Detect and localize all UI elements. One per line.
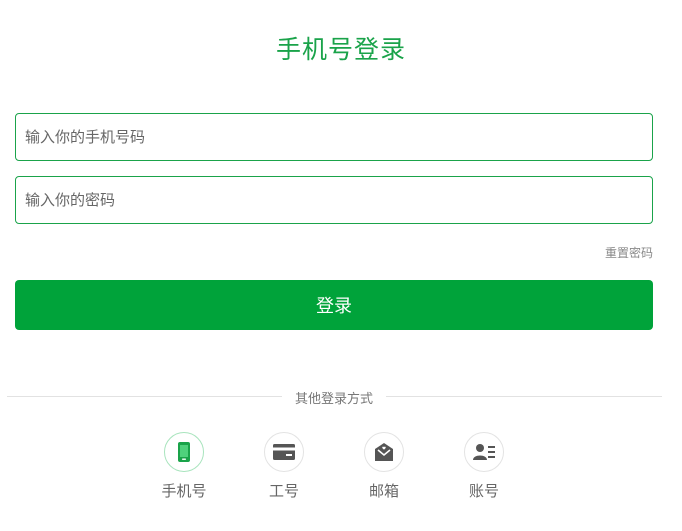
divider-line-right — [386, 396, 662, 397]
divider-line-left — [7, 396, 282, 397]
login-methods: 手机号 工号 邮箱 账号 — [0, 432, 682, 512]
login-button[interactable]: 登录 — [15, 280, 653, 330]
login-method-email-circle[interactable] — [364, 432, 404, 472]
login-method-label: 手机号 — [161, 482, 207, 500]
login-method-phone[interactable]: 手机号 — [144, 432, 224, 501]
page-title: 手机号登录 — [275, 35, 406, 64]
reset-password-link[interactable]: 重置密码 — [605, 244, 653, 261]
login-method-account[interactable]: 账号 — [444, 432, 524, 501]
login-method-label: 工号 — [268, 482, 299, 500]
login-method-employee-id-circle[interactable] — [264, 432, 304, 472]
login-method-email[interactable]: 邮箱 — [344, 432, 424, 501]
user-account-icon — [473, 444, 495, 460]
phone-input[interactable] — [16, 114, 652, 160]
login-method-label: 邮箱 — [368, 482, 399, 500]
login-method-employee-id[interactable]: 工号 — [244, 432, 324, 501]
login-method-account-circle[interactable] — [464, 432, 504, 472]
login-page: 手机号登录 重置密码 登录 其他登录方式 手机号 — [0, 0, 682, 531]
mail-icon — [375, 443, 393, 461]
other-login-methods-label: 其他登录方式 — [294, 392, 373, 407]
card-icon — [273, 444, 295, 460]
password-field[interactable] — [15, 176, 653, 224]
login-method-label: 账号 — [468, 482, 499, 500]
phone-field[interactable] — [15, 113, 653, 161]
password-input[interactable] — [16, 177, 652, 223]
login-method-phone-circle[interactable] — [164, 432, 204, 472]
phone-icon — [178, 442, 190, 462]
